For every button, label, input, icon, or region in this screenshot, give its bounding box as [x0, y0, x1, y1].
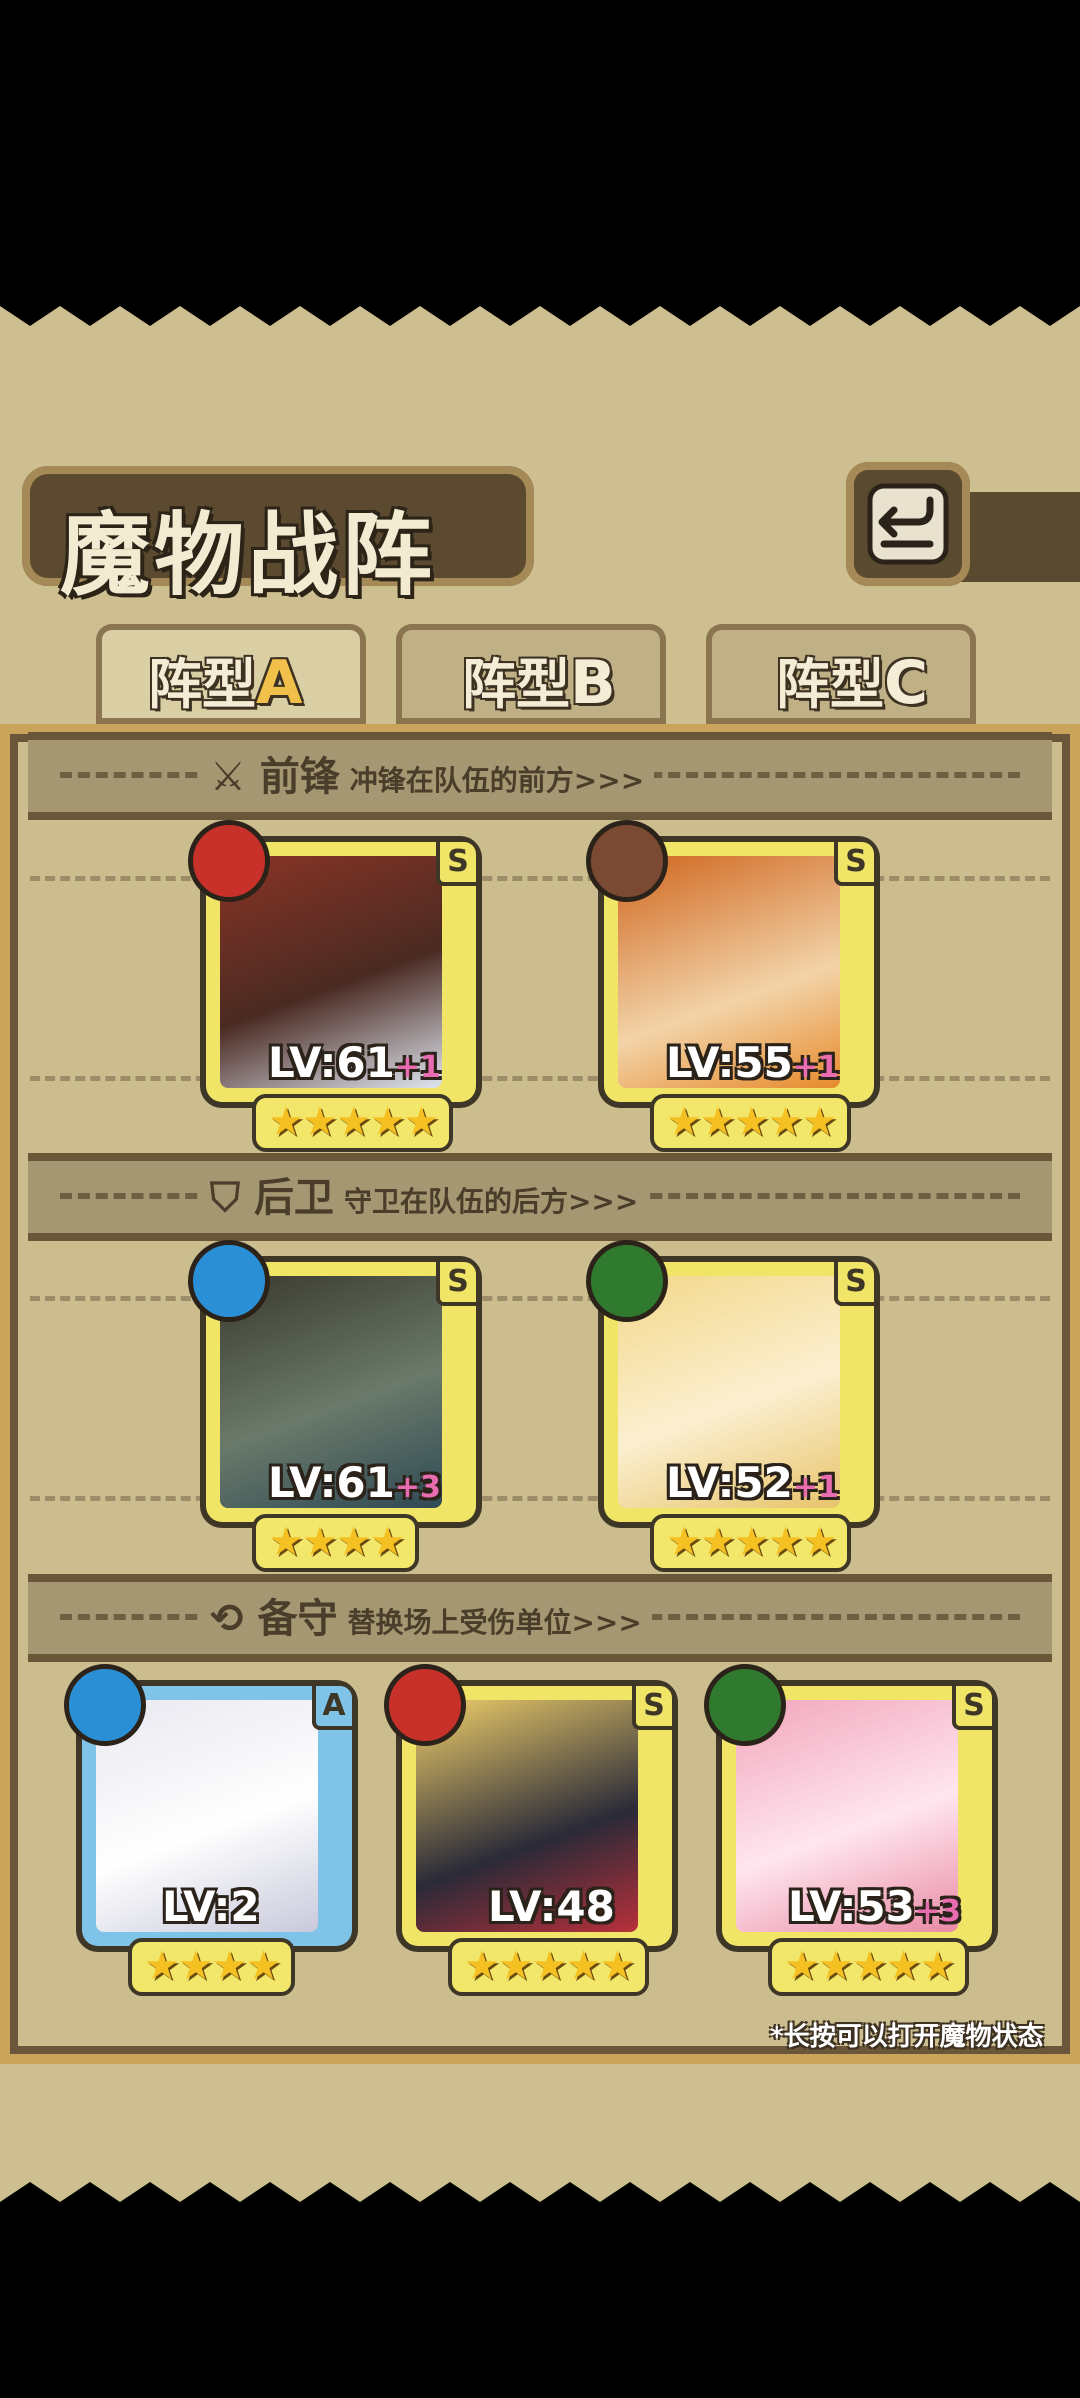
water-element-icon [188, 1240, 270, 1322]
star-rating: ★★★★★ [650, 1514, 852, 1572]
torn-edge-top [0, 296, 1080, 326]
star-rating: ★★★★★ [448, 1938, 650, 1996]
unit-card[interactable]: S LV:52+1 ★★★★★ [586, 1240, 874, 1572]
rank-badge: S [952, 1686, 992, 1730]
section-front: ⚔ 前锋 冲锋在队伍的前方>>> [30, 742, 1050, 802]
divider [30, 876, 1050, 881]
unit-level: LV:55+1 [666, 1038, 839, 1087]
unit-level: LV:48 [488, 1882, 615, 1931]
divider [30, 1296, 1050, 1301]
earth-element-icon [586, 820, 668, 902]
unit-card[interactable]: A LV:2 ★★★★ [64, 1664, 352, 1996]
shield-icon: ⛉ [210, 1175, 240, 1221]
unit-level: LV:61+1 [268, 1038, 441, 1087]
long-press-hint: *长按可以打开魔物状态 [770, 2022, 1044, 2052]
star-rating: ★★★★★ [252, 1094, 454, 1152]
unit-card[interactable]: S LV:48 ★★★★★ [384, 1664, 672, 1996]
rank-badge: S [436, 1262, 476, 1306]
unit-level: LV:52+1 [666, 1458, 839, 1507]
formation-panel: 魔物战阵 阵型A 阵型B 阵型C ⚔ 前锋 冲锋在队伍的前方>>> ⛉ 后卫 守卫在… [0, 296, 1080, 2212]
tab-c-label: 阵型C [776, 648, 929, 718]
unit-card[interactable]: S LV:55+1 ★★★★★ [586, 820, 874, 1152]
unit-level: LV:61+3 [268, 1458, 441, 1507]
nature-element-icon [704, 1664, 786, 1746]
unit-level: LV:53+3 [788, 1882, 961, 1931]
rank-badge: S [632, 1686, 672, 1730]
rank-badge: S [436, 842, 476, 886]
tab-b-label: 阵型B [462, 648, 616, 718]
star-rating: ★★★★★ [650, 1094, 852, 1152]
fire-element-icon [188, 820, 270, 902]
tab-a-label: 阵型A [148, 648, 303, 718]
rank-badge: A [312, 1686, 352, 1730]
nature-element-icon [586, 1240, 668, 1322]
page-title: 魔物战阵 [60, 503, 436, 608]
unit-card[interactable]: S LV:61+3 ★★★★ [188, 1240, 476, 1572]
divider [30, 1076, 1050, 1081]
swap-icon: ⟲ [210, 1596, 244, 1642]
unit-level: LV:2 [162, 1882, 260, 1931]
star-rating: ★★★★★ [768, 1938, 970, 1996]
sword-icon: ⚔ [210, 754, 246, 800]
water-element-icon [64, 1664, 146, 1746]
back-button[interactable] [846, 462, 970, 586]
rank-badge: S [834, 842, 874, 886]
unit-card[interactable]: S LV:53+3 ★★★★★ [704, 1664, 992, 1996]
star-rating: ★★★★ [252, 1514, 420, 1572]
torn-edge-bottom [0, 2182, 1080, 2212]
section-reserve: ⟲ 备守 替换场上受伤单位>>> [30, 1584, 1050, 1644]
fire-element-icon [384, 1664, 466, 1746]
unit-card[interactable]: S LV:61+1 ★★★★★ [188, 820, 476, 1152]
section-back: ⛉ 后卫 守卫在队伍的后方>>> [30, 1163, 1050, 1223]
rank-badge: S [834, 1262, 874, 1306]
star-rating: ★★★★ [128, 1938, 296, 1996]
back-arrow-icon [867, 483, 949, 565]
divider [30, 1496, 1050, 1501]
back-strip [960, 492, 1080, 582]
